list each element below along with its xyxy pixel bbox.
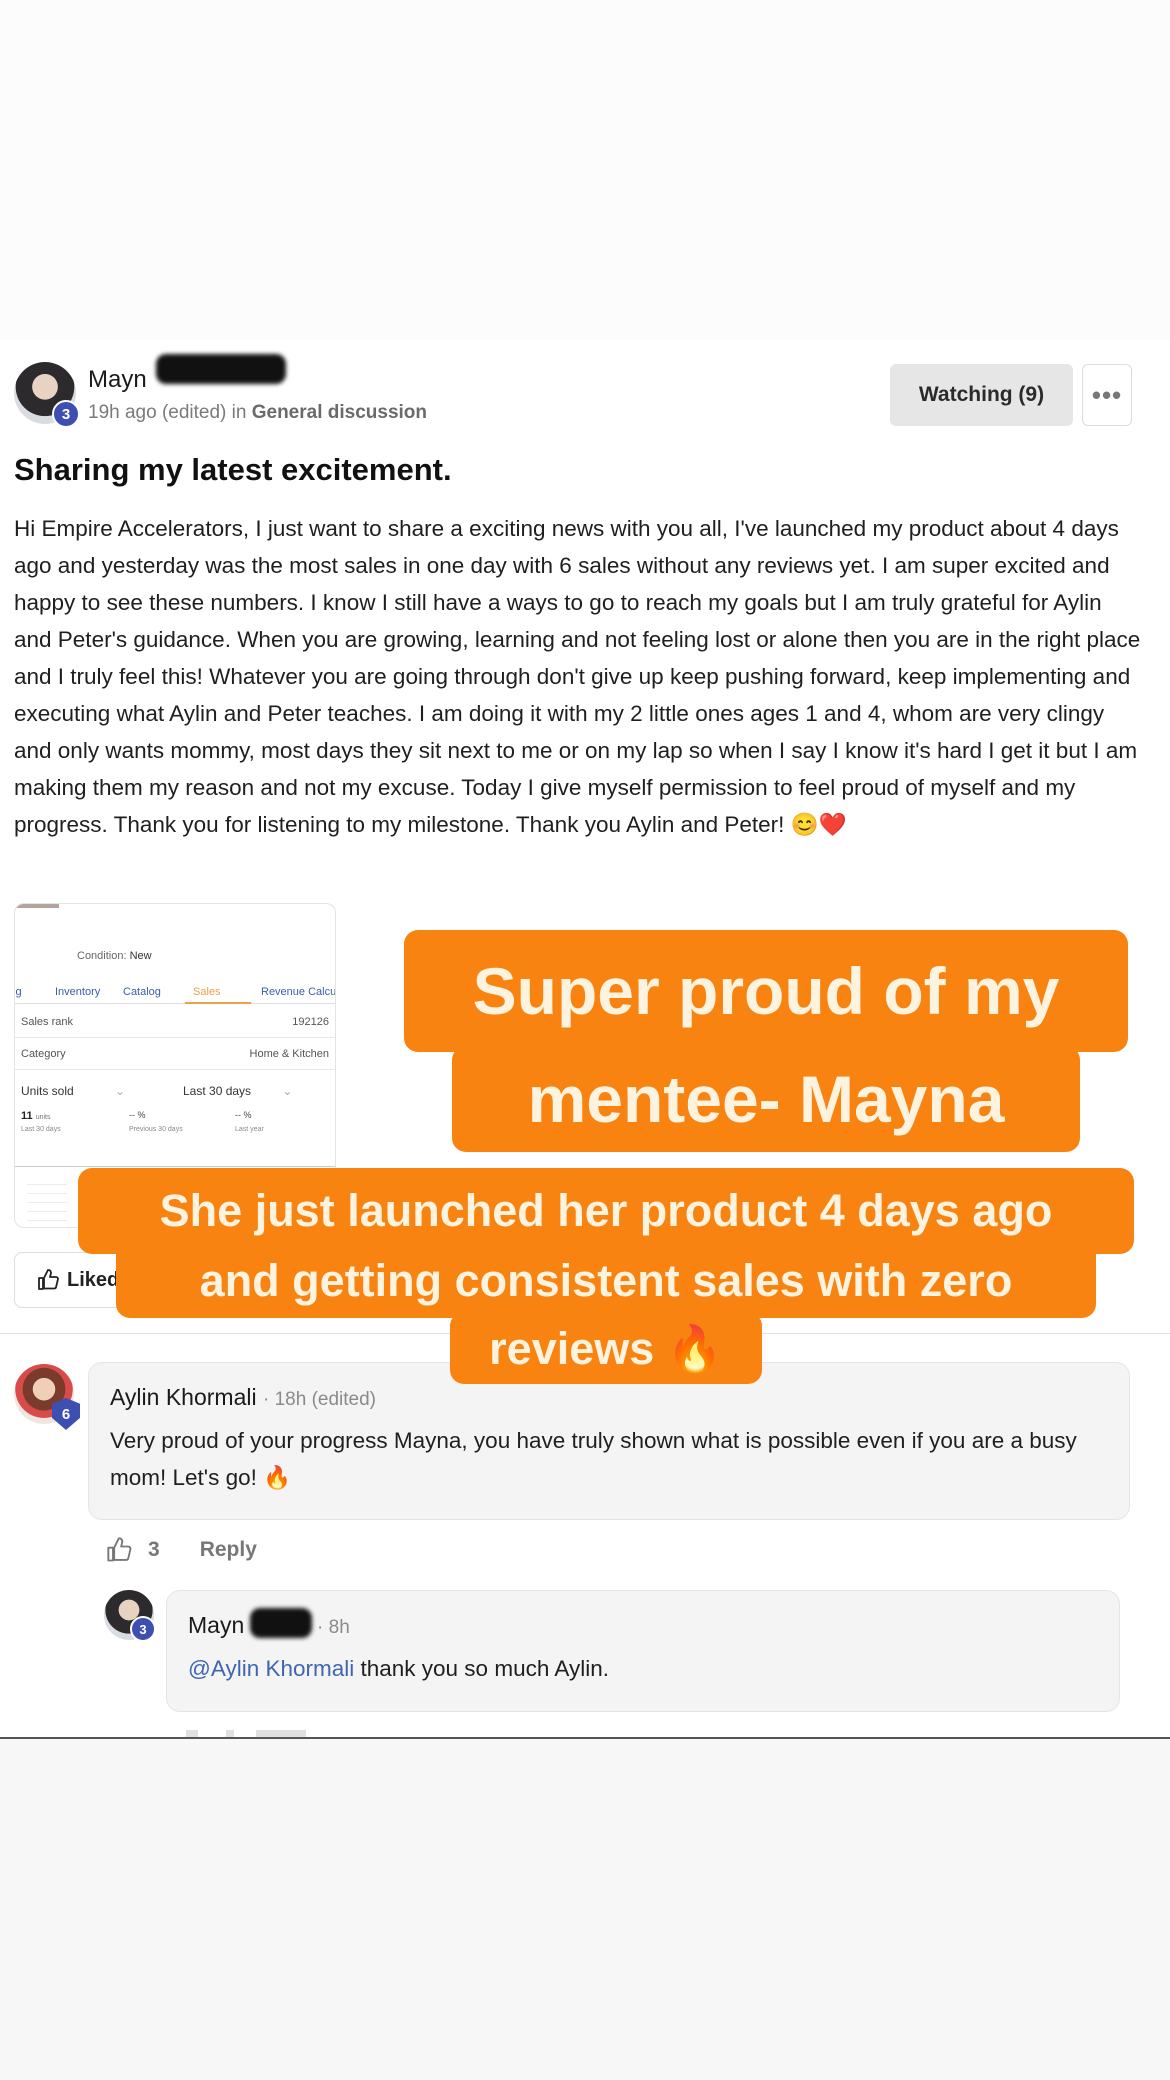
thumbs-up-icon[interactable] — [106, 1536, 134, 1564]
tab-sales[interactable]: Sales — [193, 986, 221, 998]
mention-link[interactable]: @Aylin Khormali — [188, 1656, 354, 1681]
units-sold-select[interactable]: Units sold ⌄ — [21, 1084, 125, 1098]
screen-bottom-edge — [0, 1737, 1170, 1739]
commenter-name-text[interactable]: Aylin Khormali — [110, 1384, 257, 1410]
stat-label-3: Last year — [235, 1126, 264, 1133]
chevron-down-icon: ⌄ — [115, 1084, 126, 1098]
stat-year: -- % — [235, 1110, 252, 1120]
comment-like-count: 3 — [148, 1538, 160, 1561]
stat-label-2: Previous 30 days — [129, 1126, 183, 1133]
like-label: Liked — [67, 1268, 120, 1291]
reply-time: · 8h — [317, 1617, 350, 1638]
screenshot-tabs: ig Inventory Catalog Sales Revenue Calcu — [15, 982, 335, 1004]
commenter-name: Aylin Khormali · 18h (edited) — [110, 1384, 376, 1411]
sales-rank-value: 192126 — [292, 1016, 329, 1028]
condition-line: Condition: New — [77, 950, 152, 962]
comment-text: Very proud of your progress Mayna, you h… — [110, 1428, 1077, 1490]
units-value: 11 — [21, 1110, 33, 1122]
comment-time: · 18h (edited) — [262, 1389, 376, 1410]
level-badge: 3 — [130, 1616, 156, 1642]
thumbs-up-icon — [38, 1269, 59, 1290]
watching-button[interactable]: Watching (9) — [890, 364, 1073, 426]
overlay-caption-line4: and getting consistent sales with zero — [116, 1244, 1096, 1318]
tab-sales-underline — [185, 1002, 251, 1004]
condition-label: Condition: — [77, 950, 127, 962]
reply-text-body: thank you so much Aylin. — [354, 1656, 609, 1681]
post-meta: 19h ago (edited) in General discussion — [88, 402, 427, 424]
period-select[interactable]: Last 30 days ⌄ — [183, 1084, 292, 1098]
prev-value: -- — [129, 1110, 135, 1120]
stat-label-1: Last 30 days — [21, 1126, 61, 1133]
condition-value: New — [129, 950, 152, 962]
category-value: Home & Kitchen — [249, 1048, 329, 1060]
screenshot-top-accent — [15, 904, 59, 908]
post-body: Hi Empire Accelerators, I just want to s… — [14, 516, 1141, 837]
post-category[interactable]: General discussion — [252, 402, 427, 423]
post-title: Sharing my latest excitement. — [14, 452, 452, 487]
sales-rank-row: Sales rank 192126 — [15, 1008, 335, 1038]
more-options-button[interactable]: ••• — [1082, 364, 1132, 426]
name-redaction — [156, 354, 286, 384]
overlay-caption-line5: reviews 🔥 — [450, 1312, 762, 1384]
post-time: 19h ago (edited) in — [88, 402, 252, 423]
author-name[interactable]: Mayn — [88, 366, 147, 394]
name-redaction — [250, 1608, 312, 1638]
sales-rank-label: Sales rank — [21, 1016, 73, 1028]
chevron-down-icon: ⌄ — [282, 1084, 293, 1098]
tab-revenue[interactable]: Revenue Calcu — [261, 986, 335, 998]
tab-inventory[interactable]: Inventory — [55, 986, 100, 998]
units-sold-label: Units sold — [21, 1084, 74, 1098]
units-unit: units — [35, 1114, 51, 1121]
overlay-caption-line1: Super proud of my — [404, 930, 1128, 1052]
units-stat: 11 units — [21, 1110, 51, 1122]
mini-chart-gridlines — [27, 1176, 67, 1222]
reply-button[interactable]: Reply — [200, 1538, 257, 1562]
level-badge: 3 — [52, 400, 80, 428]
tab-partial[interactable]: ig — [15, 986, 22, 998]
tab-catalog[interactable]: Catalog — [123, 986, 161, 998]
category-row: Category Home & Kitchen — [15, 1040, 335, 1070]
overlay-caption-line3: She just launched her product 4 days ago — [78, 1168, 1134, 1254]
reply-text: @Aylin Khormali thank you so much Aylin. — [188, 1650, 1108, 1687]
category-label: Category — [21, 1048, 66, 1060]
top-blank-area — [0, 0, 1170, 340]
stat-prev: -- % — [129, 1110, 146, 1120]
reply-author-name[interactable]: Mayn — [188, 1612, 244, 1638]
level-shield: 6 — [52, 1398, 80, 1430]
comment-actions: 3 Reply — [106, 1536, 257, 1564]
screenshot-bottom-border — [15, 1166, 335, 1167]
overlay-caption-line2: mentee- Mayna — [452, 1046, 1080, 1152]
period-label: Last 30 days — [183, 1084, 252, 1098]
year-value: -- — [235, 1110, 241, 1120]
